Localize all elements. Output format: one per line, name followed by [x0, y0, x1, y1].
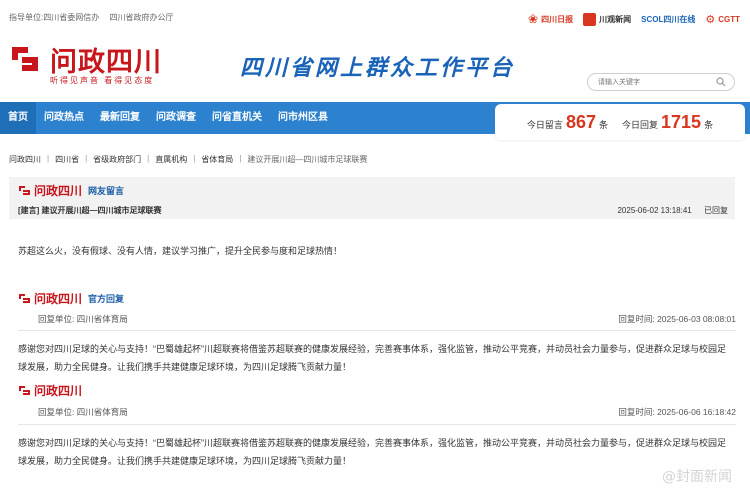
breadcrumb-item[interactable]: 四川省	[55, 154, 79, 165]
today-reply-stat: 今日回复 1715 条	[622, 111, 714, 132]
breadcrumb: 问政四川 | 四川省 | 省级政府部门 | 直属机构 | 省体育局 | 建议开展…	[9, 154, 367, 165]
leave-section-head: 问政四川 网友留言	[18, 182, 124, 199]
reply-unit-row: 回复单位: 四川省体育局 回复时间: 2025-06-03 08:08:01	[18, 310, 736, 328]
nav-latest-replies[interactable]: 最新回复	[92, 102, 148, 134]
brand-mini-logo: 问政四川	[18, 290, 82, 307]
partner-scol[interactable]: SCOL四川在线	[641, 14, 695, 25]
leave-title: [建言] 建议开展川超—四川城市足球联赛	[18, 206, 162, 215]
reply-content: 感谢您对四川足球的关心与支持！“巴蜀雄起杯”川超联赛将借鉴苏超联赛的健康发展经验…	[18, 344, 726, 372]
brand-logo-icon	[12, 47, 38, 71]
reply-time: 回复时间: 2025-06-03 08:08:01	[618, 314, 736, 324]
breadcrumb-separator: |	[47, 154, 50, 163]
leave-time: 2025-06-02 13:18:41	[617, 206, 692, 215]
nav-surveys[interactable]: 问政调查	[148, 102, 204, 134]
leave-meta: 2025-06-02 13:18:41 已回复	[617, 205, 728, 216]
search-input[interactable]	[598, 74, 718, 90]
nav-home[interactable]: 首页	[0, 102, 36, 134]
chuanguan-logo-icon	[583, 12, 597, 26]
brand-mini-logo: 问政四川	[18, 382, 82, 399]
nav-hot-topics[interactable]: 问政热点	[36, 102, 92, 134]
breadcrumb-item[interactable]: 直属机构	[155, 154, 187, 165]
partner-chuanguan-news[interactable]: 川观新闻	[583, 12, 631, 26]
nav-provincial-agencies[interactable]: 问省直机关	[204, 102, 270, 134]
divider	[18, 424, 736, 425]
site-header: 问政四川 听得见声音 看得见态度 四川省网上群众工作平台	[0, 38, 750, 98]
cgtt-logo-icon: ⚙	[705, 13, 716, 26]
reply-unit-row: 回复单位: 四川省体育局 回复时间: 2025-06-06 16:18:42	[18, 403, 736, 421]
search-icon[interactable]	[716, 77, 726, 87]
reply-unit: 回复单位: 四川省体育局	[38, 314, 128, 324]
breadcrumb-separator: |	[85, 154, 88, 163]
reply-status-badge: 已回复	[704, 206, 728, 215]
breadcrumb-separator: |	[147, 154, 150, 163]
reply-section-tag: 官方回复	[88, 294, 125, 304]
leave-content: 苏超这么火，没有假球、没有人情，建议学习推广，提升全民参与度和足球热情！	[18, 246, 343, 256]
brand-logo-icon	[19, 294, 30, 303]
logo-subtitle: 听得见声音 看得见态度	[50, 76, 155, 85]
breadcrumb-separator: |	[193, 154, 196, 163]
breadcrumb-item[interactable]: 省级政府部门	[93, 154, 141, 165]
reply-time: 回复时间: 2025-06-06 16:18:42	[618, 407, 736, 417]
reply-section-head-2: 问政四川	[18, 382, 82, 399]
today-reply-count: 1715	[661, 111, 702, 132]
sichuan-daily-logo-icon: ❀	[528, 12, 539, 26]
reply-section-head: 问政四川 官方回复	[18, 290, 124, 307]
breadcrumb-separator: |	[239, 154, 242, 163]
partner-links: ❀ 四川日报 川观新闻 SCOL四川在线 ⚙ CGTT	[528, 12, 740, 26]
brand-mini-logo: 问政四川	[18, 182, 82, 199]
logo-title: 问政四川	[50, 47, 162, 78]
source-watermark: @封面新闻	[662, 469, 732, 485]
divider	[18, 330, 736, 331]
daily-stats: 今日留言 867 条 今日回复 1715 条	[495, 104, 745, 140]
reply-unit: 回复单位: 四川省体育局	[38, 407, 128, 417]
top-bar: 指导单位:四川省委网信办 四川省政府办公厅 ❀ 四川日报 川观新闻 SCOL四川…	[0, 0, 750, 38]
today-leave-stat: 今日留言 867 条	[526, 111, 608, 132]
breadcrumb-item[interactable]: 问政四川	[9, 154, 41, 165]
leave-section-tag: 网友留言	[88, 186, 125, 196]
partner-sichuan-daily[interactable]: ❀ 四川日报	[528, 12, 573, 26]
brand-logo-icon	[19, 386, 30, 395]
reply-content-2: 感谢您对四川足球的关心与支持！“巴蜀雄起杯”川超联赛将借鉴苏超联赛的健康发展经验…	[18, 438, 726, 466]
guidance-unit-2: 四川省政府办公厅	[109, 13, 174, 22]
search-box[interactable]	[587, 73, 735, 91]
today-leave-count: 867	[565, 111, 596, 132]
brand-logo-icon	[19, 186, 30, 195]
breadcrumb-item[interactable]: 省体育局	[201, 154, 233, 165]
breadcrumb-current: 建议开展川超—四川城市足球联赛	[247, 155, 368, 164]
site-logo[interactable]: 问政四川 听得见声音 看得见态度	[8, 40, 183, 90]
guidance-unit-1: 指导单位:四川省委网信办	[9, 13, 100, 22]
guidance-units: 指导单位:四川省委网信办 四川省政府办公厅	[9, 12, 181, 23]
platform-slogan: 四川省网上群众工作平台	[240, 55, 516, 81]
partner-cgtt[interactable]: ⚙ CGTT	[705, 13, 740, 26]
nav-cities-counties[interactable]: 问市州区县	[270, 102, 336, 134]
